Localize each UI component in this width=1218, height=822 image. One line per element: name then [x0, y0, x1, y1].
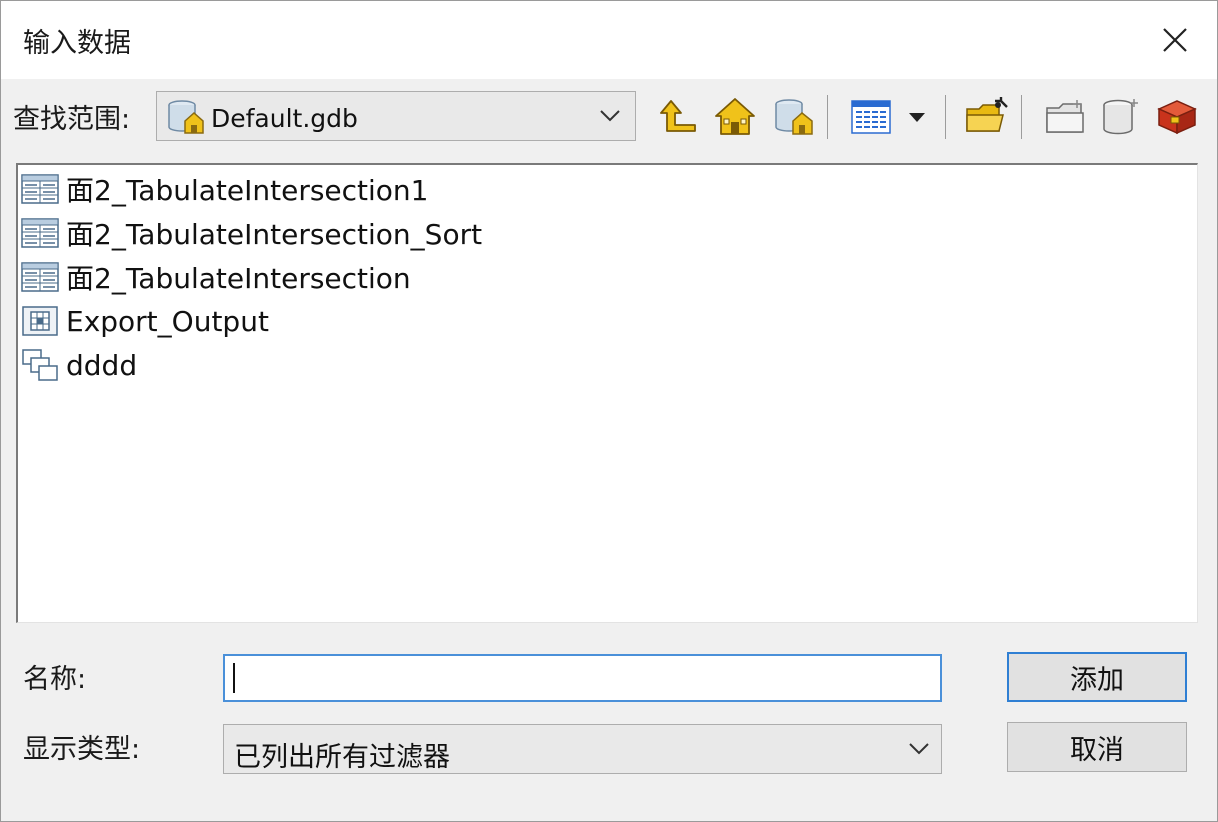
- name-label: 名称:: [23, 664, 87, 695]
- table-icon: [20, 260, 60, 294]
- view-dropdown-icon: [909, 113, 925, 122]
- close-icon: [1163, 28, 1187, 52]
- up-one-level-button[interactable]: [655, 93, 703, 141]
- list-item-label: Export_Output: [66, 304, 269, 338]
- view-menu-button[interactable]: [847, 93, 895, 141]
- database-connection-icon: [775, 99, 813, 135]
- connect-folder-icon: [966, 97, 1008, 132]
- home-icon: [715, 98, 755, 135]
- connect-folder-button[interactable]: [963, 93, 1011, 141]
- title-bar: 输入数据: [1, 1, 1217, 79]
- list-item[interactable]: dddd: [20, 345, 137, 385]
- new-database-button[interactable]: [1097, 93, 1145, 141]
- database-connection-button[interactable]: [769, 93, 817, 141]
- view-menu-icon: [851, 100, 891, 134]
- text-caret: [233, 663, 235, 693]
- list-item-label: 面2_TabulateIntersection: [66, 262, 411, 295]
- input-data-dialog: 输入数据 查找范围: Default.gdb 面2_TabulateInters…: [0, 0, 1218, 822]
- home-button[interactable]: [711, 93, 759, 141]
- list-item[interactable]: 面2_TabulateIntersection1: [20, 169, 428, 209]
- list-item-label: 面2_TabulateIntersection_Sort: [66, 218, 483, 251]
- show-type-value: 已列出所有过滤器: [234, 742, 450, 773]
- toolbox-button[interactable]: [1153, 93, 1201, 141]
- add-button[interactable]: 添加: [1007, 652, 1187, 702]
- cancel-button[interactable]: 取消: [1007, 722, 1187, 772]
- close-button[interactable]: [1147, 15, 1203, 65]
- new-folder-icon: [1046, 100, 1084, 133]
- toolbar-separator: [827, 95, 828, 139]
- up-one-level-icon: [660, 100, 696, 132]
- view-dropdown-button[interactable]: [897, 93, 937, 141]
- toolbar: [1, 89, 1217, 145]
- chevron-down-icon: [909, 743, 929, 755]
- list-item[interactable]: 面2_TabulateIntersection: [20, 257, 411, 297]
- dialog-title: 输入数据: [23, 28, 131, 59]
- list-item[interactable]: Export_Output: [20, 301, 269, 341]
- toolbar-separator: [945, 95, 946, 139]
- raster-icon: [20, 304, 60, 338]
- list-item-label: dddd: [66, 348, 138, 382]
- name-input[interactable]: [223, 654, 942, 702]
- show-type-label: 显示类型:: [23, 734, 141, 765]
- toolbox-icon: [1157, 100, 1197, 135]
- file-list[interactable]: 面2_TabulateIntersection1 面2_TabulateInte…: [16, 163, 1198, 623]
- new-folder-button[interactable]: [1041, 93, 1089, 141]
- table-icon: [20, 172, 60, 206]
- list-item[interactable]: 面2_TabulateIntersection_Sort: [20, 213, 482, 253]
- table-icon: [20, 216, 60, 250]
- new-database-icon: [1103, 99, 1138, 135]
- show-type-dropdown[interactable]: 已列出所有过滤器: [223, 724, 942, 774]
- list-item-label: 面2_TabulateIntersection1: [66, 174, 429, 207]
- feature-dataset-icon: [20, 348, 60, 382]
- toolbar-separator: [1021, 95, 1022, 139]
